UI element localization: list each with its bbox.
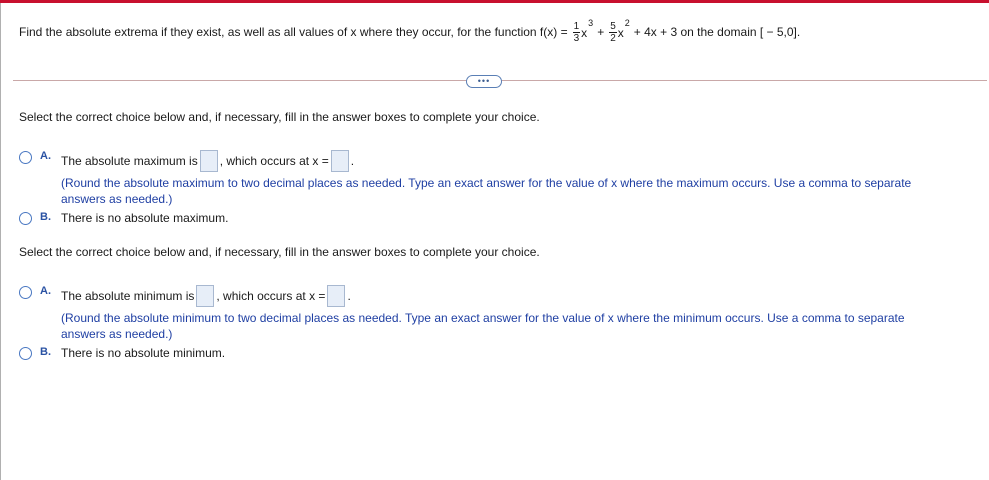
part1-option-b-text: There is no absolute maximum. [61,211,229,225]
question-prefix: Find the absolute extrema if they exist,… [19,25,568,39]
part1-option-a-letter: A. [40,150,51,162]
fraction-five-halves: 5 2 [609,20,617,44]
term2-variable: x2 [617,18,630,40]
part2-option-a-letter: A. [40,285,51,297]
part1-option-b-radio[interactable] [19,212,32,225]
absolute-maximum-input[interactable] [199,150,218,172]
part2-instruction: Select the correct choice below and, if … [19,245,540,259]
part1-option-b-letter: B. [40,211,51,223]
part2-option-b-letter: B. [40,346,51,358]
part2-option-a-text-after: . [347,289,351,303]
part1-option-a-text-before: The absolute maximum is [61,154,198,168]
top-accent-bar [0,0,989,3]
part1-option-a-text-middle: , which occurs at x = [219,154,329,168]
part1-option-a-radio[interactable] [19,151,32,164]
absolute-minimum-input[interactable] [196,285,215,307]
part2-option-a-text-before: The absolute minimum is [61,289,195,303]
maximum-x-input[interactable] [330,150,349,172]
part2-option-a-hint: (Round the absolute minimum to two decim… [61,311,905,341]
part2-option-a-radio[interactable] [19,286,32,299]
question-rest: + 4x + 3 on the domain [ − 5,0]. [633,25,801,39]
part1-option-a[interactable]: A. The absolute maximum is , which occur… [19,150,941,207]
left-border [0,3,1,480]
plus-sign: + [597,25,605,39]
part1-option-b[interactable]: B. There is no absolute maximum. [19,211,228,225]
minimum-x-input[interactable] [327,285,346,307]
part1-option-a-hint: (Round the absolute maximum to two decim… [61,176,912,206]
part2-option-b[interactable]: B. There is no absolute minimum. [19,346,225,360]
part2-option-b-radio[interactable] [19,347,32,360]
part2-option-a-text-middle: , which occurs at x = [216,289,326,303]
part2-option-b-text: There is no absolute minimum. [61,346,226,360]
part1-option-a-text-after: . [350,154,355,168]
question-text: Find the absolute extrema if they exist,… [19,14,800,50]
fraction-one-third: 1 3 [572,20,581,44]
part1-instruction: Select the correct choice below and, if … [19,110,540,124]
term1-variable: x3 [581,18,594,40]
more-options-button[interactable]: ••• [466,75,502,88]
part2-option-a[interactable]: A. The absolute minimum is , which occur… [19,285,941,342]
